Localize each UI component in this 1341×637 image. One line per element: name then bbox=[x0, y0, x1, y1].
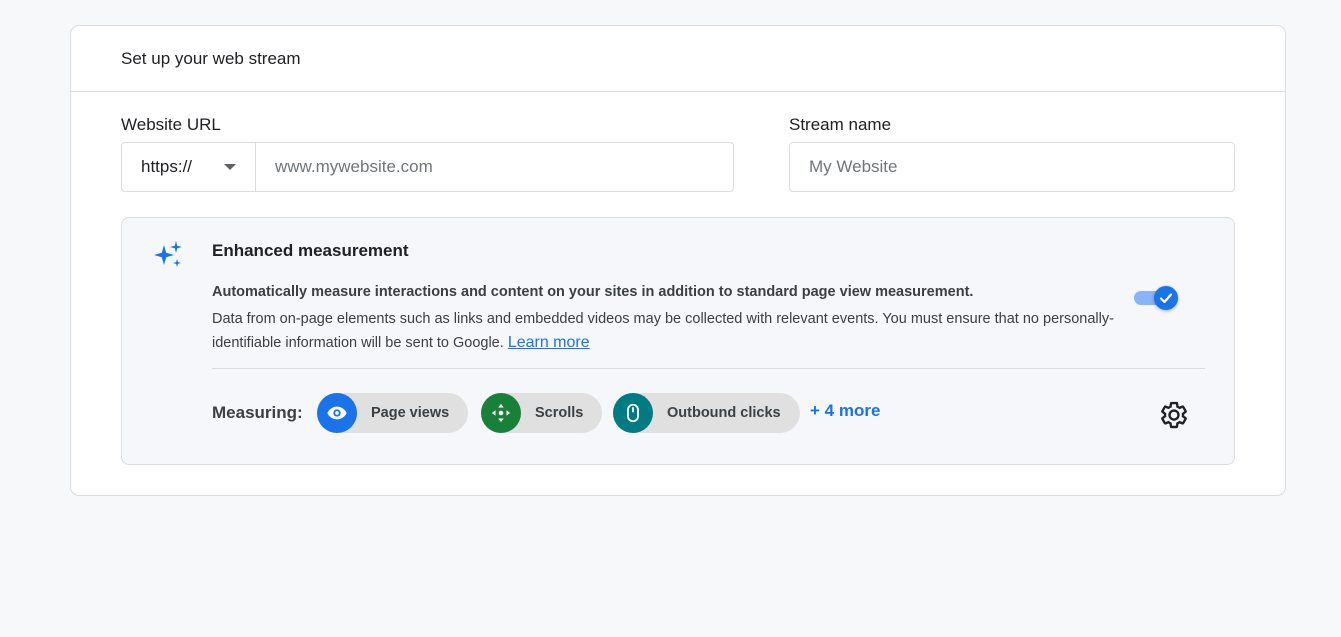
website-url-input[interactable] bbox=[255, 142, 734, 192]
website-url-label: Website URL bbox=[121, 115, 221, 134]
description-text: Data from on-page elements such as links… bbox=[212, 311, 1114, 351]
chip-outbound-clicks[interactable]: Outbound clicks bbox=[613, 393, 800, 433]
stream-name-label: Stream name bbox=[789, 115, 892, 134]
chip-label: Outbound clicks bbox=[667, 405, 781, 421]
card-title: Set up your web stream bbox=[71, 26, 1285, 92]
mouse-icon bbox=[613, 393, 653, 433]
measuring-label: Measuring: bbox=[212, 403, 303, 422]
toggle-thumb bbox=[1154, 286, 1178, 310]
chip-label: Page views bbox=[371, 405, 450, 421]
enhanced-measurement-panel: Enhanced measurement Automatically measu… bbox=[121, 217, 1235, 465]
protocol-select[interactable]: https:// bbox=[121, 142, 256, 192]
web-stream-card: Set up your web stream Website URL https… bbox=[70, 25, 1286, 496]
gear-icon[interactable] bbox=[1159, 400, 1189, 430]
chip-scrolls[interactable]: Scrolls bbox=[481, 393, 603, 433]
check-icon bbox=[1159, 293, 1173, 304]
eye-icon bbox=[317, 393, 357, 433]
scroll-arrows-icon bbox=[481, 393, 521, 433]
enhanced-measurement-title: Enhanced measurement bbox=[212, 241, 409, 260]
learn-more-link[interactable]: Learn more bbox=[508, 334, 590, 351]
stream-name-input[interactable] bbox=[789, 142, 1235, 192]
enhanced-measurement-toggle[interactable] bbox=[1134, 286, 1180, 310]
more-measurements-link[interactable]: + 4 more bbox=[810, 401, 880, 421]
chip-page-views[interactable]: Page views bbox=[317, 393, 469, 433]
sparkle-icon bbox=[154, 241, 182, 267]
enhanced-measurement-description: Data from on-page elements such as links… bbox=[212, 307, 1132, 355]
divider bbox=[212, 368, 1205, 369]
chip-label: Scrolls bbox=[535, 405, 584, 421]
protocol-value: https:// bbox=[141, 157, 193, 176]
enhanced-measurement-summary: Automatically measure interactions and c… bbox=[212, 284, 974, 300]
chevron-down-icon bbox=[224, 164, 236, 170]
